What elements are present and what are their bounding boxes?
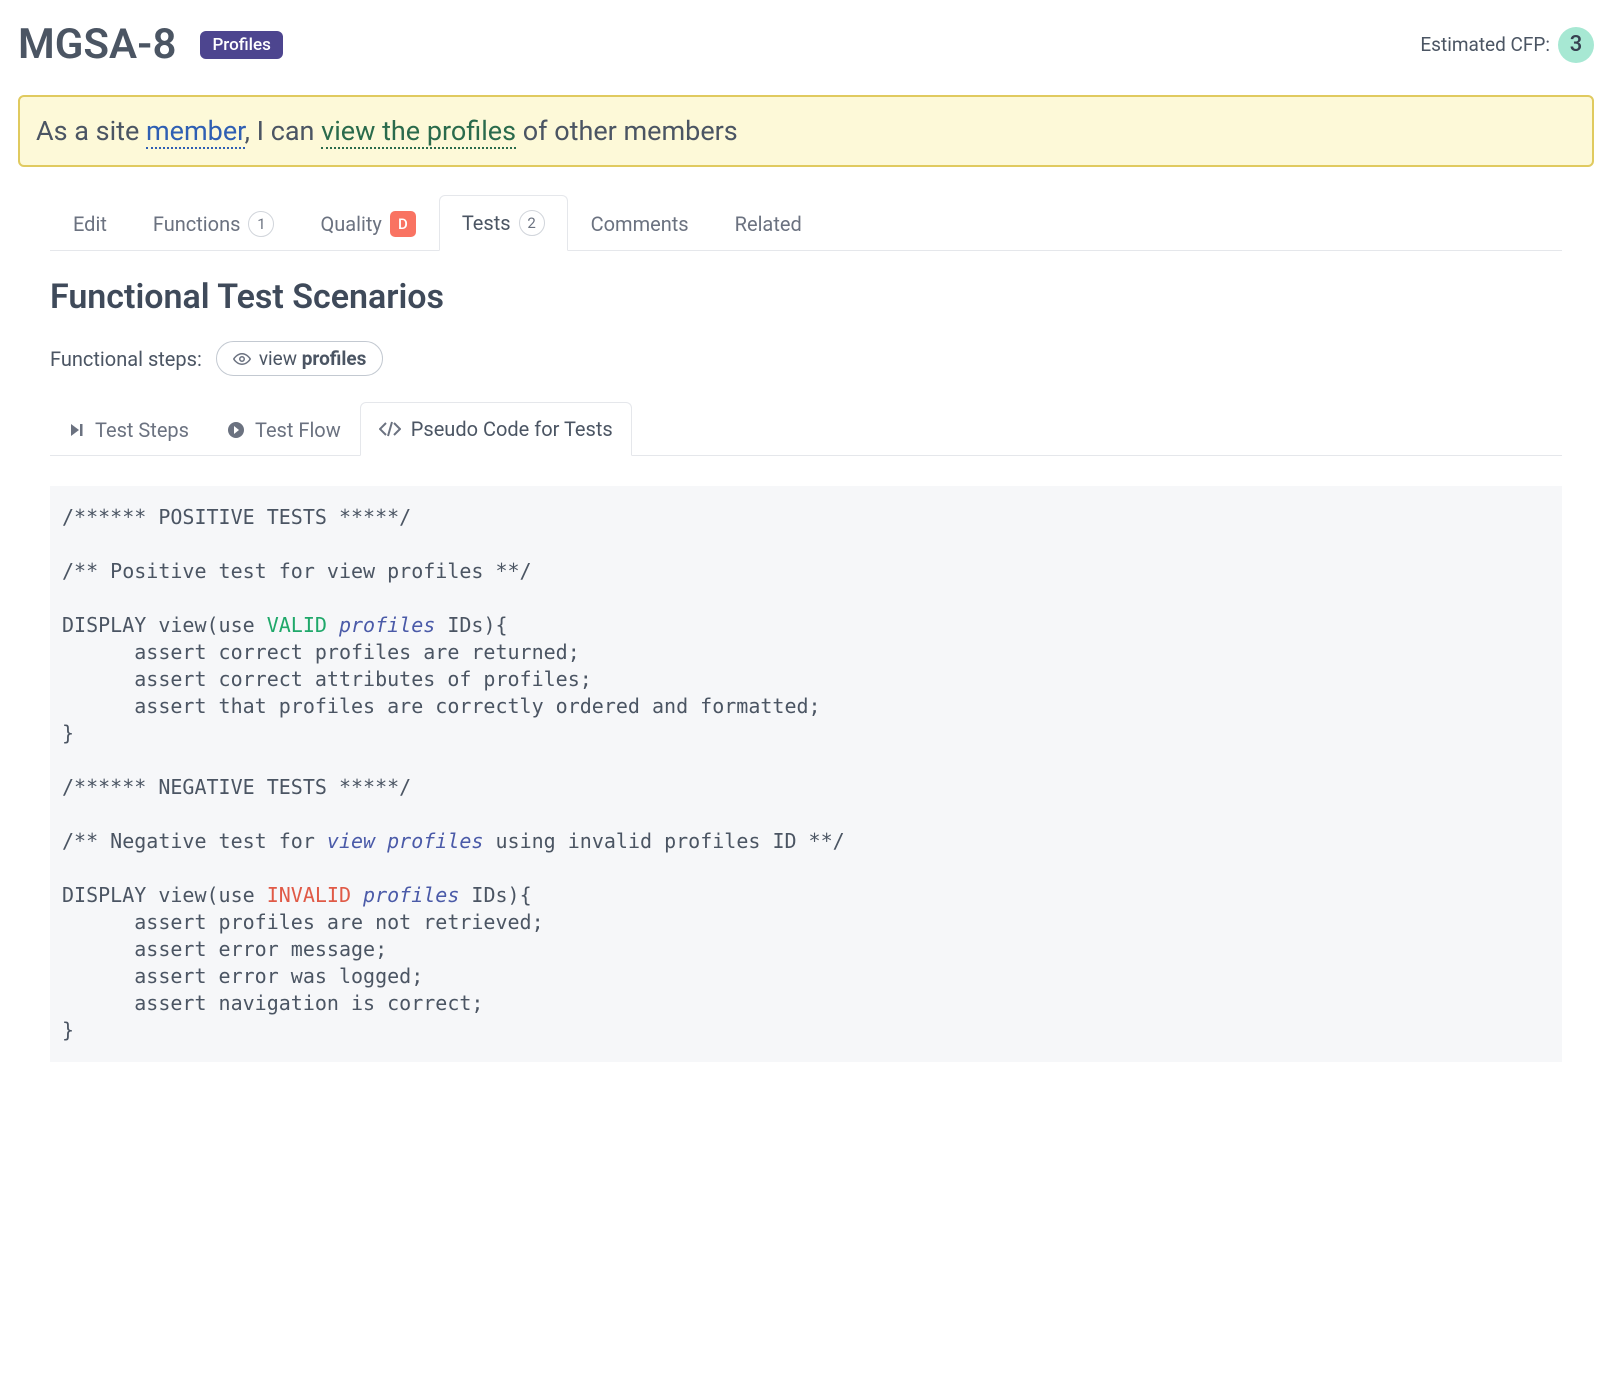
step-forward-icon xyxy=(69,422,85,438)
functions-count-badge: 1 xyxy=(248,211,274,237)
subtab-test-flow[interactable]: Test Flow xyxy=(208,402,360,456)
pill-text: view profiles xyxy=(259,347,367,370)
arrow-circle-icon xyxy=(227,421,245,439)
story-member-link[interactable]: member xyxy=(146,115,245,149)
main-tabs: Edit Functions 1 Quality D Tests 2 Comme… xyxy=(50,195,1562,251)
subtab-pseudo-code[interactable]: Pseudo Code for Tests xyxy=(360,402,632,456)
cfp-value-badge: 3 xyxy=(1558,27,1594,63)
functional-steps-label: Functional steps: xyxy=(50,347,202,371)
tab-tests[interactable]: Tests 2 xyxy=(439,195,568,251)
tests-count-badge: 2 xyxy=(519,210,545,236)
tab-related[interactable]: Related xyxy=(712,195,825,251)
story-middle: , I can xyxy=(245,115,321,147)
subtab-test-steps[interactable]: Test Steps xyxy=(50,402,208,456)
story-prefix: As a site xyxy=(36,115,146,147)
quality-grade-badge: D xyxy=(390,211,416,237)
section-title: Functional Test Scenarios xyxy=(50,277,1562,317)
code-icon xyxy=(379,421,401,437)
tab-related-label: Related xyxy=(735,212,802,236)
header-left: MGSA-8 Profiles xyxy=(18,20,283,69)
subtab-flow-label: Test Flow xyxy=(255,418,341,442)
tab-comments-label: Comments xyxy=(591,212,689,236)
tab-functions-label: Functions xyxy=(153,212,241,236)
cfp-label: Estimated CFP: xyxy=(1420,33,1550,56)
cfp-row: Estimated CFP: 3 xyxy=(1420,27,1594,63)
story-suffix: of other members xyxy=(516,115,738,147)
tab-functions[interactable]: Functions 1 xyxy=(130,195,298,251)
tests-section: Functional Test Scenarios Functional ste… xyxy=(18,251,1594,1062)
tab-quality-label: Quality xyxy=(320,212,381,236)
story-view-link[interactable]: view the profiles xyxy=(321,115,516,149)
functional-steps-row: Functional steps: view profiles xyxy=(50,341,1562,376)
tab-tests-label: Tests xyxy=(462,211,511,235)
pseudo-code-block: /****** POSITIVE TESTS *****/ /** Positi… xyxy=(50,486,1562,1062)
tab-edit-label: Edit xyxy=(73,212,107,236)
subtab-steps-label: Test Steps xyxy=(95,418,189,442)
subtab-pseudo-label: Pseudo Code for Tests xyxy=(411,417,613,441)
view-profiles-pill[interactable]: view profiles xyxy=(216,341,384,376)
user-story-bar: As a site member, I can view the profile… xyxy=(18,95,1594,167)
tab-comments[interactable]: Comments xyxy=(568,195,712,251)
test-subtabs: Test Steps Test Flow Pseudo Code for Tes… xyxy=(50,402,1562,456)
eye-icon xyxy=(233,353,251,365)
tab-edit[interactable]: Edit xyxy=(50,195,130,251)
issue-key: MGSA-8 xyxy=(18,20,176,69)
page-header: MGSA-8 Profiles Estimated CFP: 3 xyxy=(18,20,1594,69)
profiles-badge: Profiles xyxy=(200,31,282,59)
tab-quality[interactable]: Quality D xyxy=(297,195,438,251)
